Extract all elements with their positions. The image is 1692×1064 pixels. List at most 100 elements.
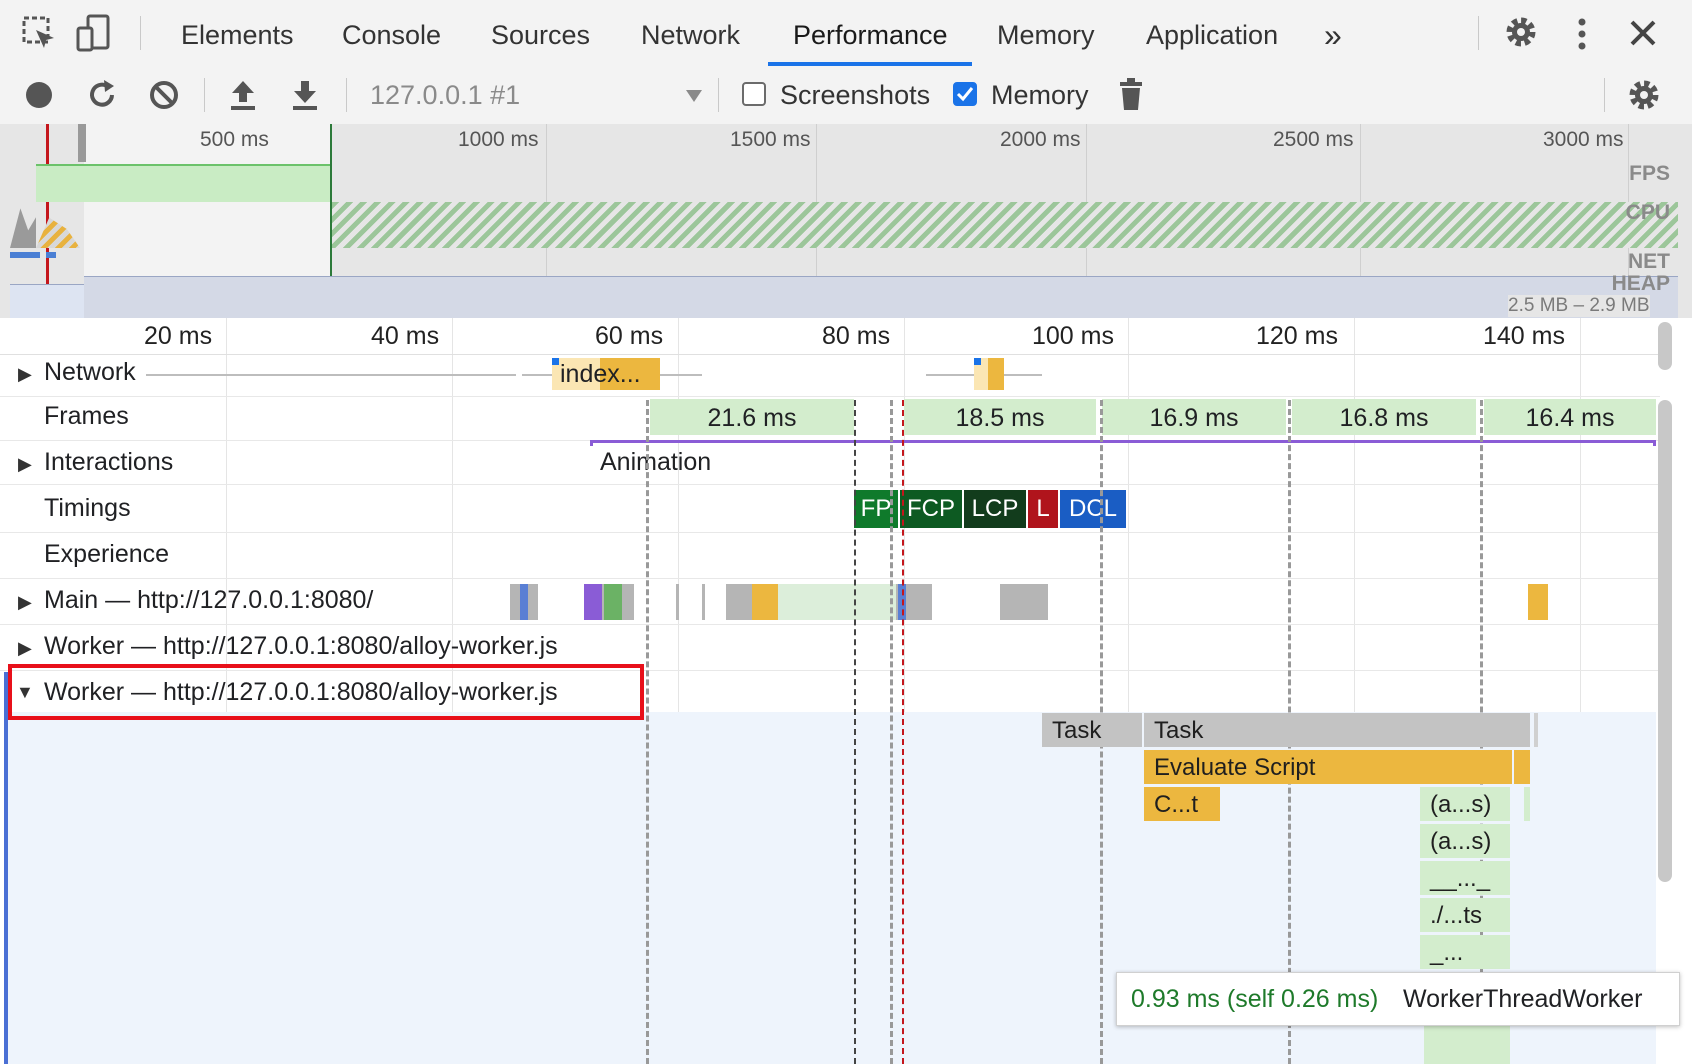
frame-duration: 16.4 ms <box>1525 404 1615 432</box>
frame-duration: 16.9 ms <box>1149 404 1239 432</box>
timeline-overview[interactable]: 500 ms 1000 ms 1500 ms 2000 ms 2500 ms 3… <box>0 124 1692 319</box>
frame-duration: 18.5 ms <box>955 404 1045 432</box>
ruler-tick: 20 ms <box>144 322 213 350</box>
tab-sources[interactable]: Sources <box>491 0 590 66</box>
track-label-frames: Frames <box>44 402 129 430</box>
tab-application[interactable]: Application <box>1146 0 1278 66</box>
network-request-small[interactable] <box>974 358 1004 390</box>
frame[interactable]: 21.6 ms <box>650 399 854 435</box>
tooltip-time: 0.93 ms (self 0.26 ms) <box>1131 985 1379 1013</box>
device-toolbar-icon[interactable] <box>76 14 112 57</box>
function-call-bar[interactable]: __..._ <box>1420 861 1510 895</box>
function-call-bar[interactable]: _... <box>1420 935 1510 969</box>
profile-select[interactable]: 127.0.0.1 #1 <box>370 80 520 111</box>
tab-performance[interactable]: Performance <box>793 0 948 66</box>
overview-tick: 3000 ms <box>1543 128 1624 151</box>
frame[interactable]: 18.5 ms <box>904 399 1096 435</box>
memory-checkbox[interactable] <box>953 82 977 106</box>
frame-duration: 16.8 ms <box>1339 404 1429 432</box>
reload-record-icon[interactable] <box>85 78 119 117</box>
frame[interactable]: 16.9 ms <box>1102 399 1286 435</box>
overview-tick: 1500 ms <box>730 128 811 151</box>
track-label-network[interactable]: Network <box>44 358 136 387</box>
ruler-tick: 60 ms <box>595 322 664 350</box>
function-call-bar[interactable]: (a...s) <box>1420 787 1510 821</box>
chevron-down-icon[interactable] <box>684 88 704 109</box>
main-activity[interactable] <box>510 584 538 620</box>
expand-interactions-icon[interactable]: ▶ <box>18 454 32 475</box>
fps-chart <box>36 164 330 202</box>
net-label: NET <box>1628 250 1670 273</box>
main-activity[interactable] <box>1528 584 1548 620</box>
track-label-worker2[interactable]: Worker — http://127.0.0.1:8080/alloy-wor… <box>44 678 558 707</box>
frame[interactable]: 16.8 ms <box>1292 399 1476 435</box>
flame-tooltip: 0.93 ms (self 0.26 ms) WorkerThreadWorke… <box>1116 972 1680 1026</box>
close-icon[interactable] <box>1628 18 1658 53</box>
ruler-tick: 140 ms <box>1483 322 1565 350</box>
overview-tick: 2500 ms <box>1273 128 1354 151</box>
tab-memory[interactable]: Memory <box>997 0 1095 66</box>
overview-tick: 1000 ms <box>458 128 539 151</box>
animation-interaction[interactable] <box>590 440 1656 446</box>
heap-label: HEAP <box>1611 272 1670 295</box>
function-call-bar[interactable]: (a...s) <box>1420 824 1510 858</box>
load-profile-icon[interactable] <box>228 78 258 117</box>
devtools-tab-bar: Elements Console Sources Network Perform… <box>0 0 1692 67</box>
network-request-label: index... <box>560 360 641 388</box>
task-bar[interactable]: Task <box>1144 713 1512 747</box>
ruler-tick: 40 ms <box>371 322 440 350</box>
timing-dcl[interactable]: DCL <box>1060 490 1126 528</box>
more-options-icon[interactable] <box>1572 16 1592 57</box>
ruler-tick: 100 ms <box>1032 322 1114 350</box>
memory-label: Memory <box>991 80 1089 110</box>
network-request[interactable]: index... <box>552 358 660 390</box>
tab-console[interactable]: Console <box>342 0 441 66</box>
main-activity[interactable] <box>584 584 634 620</box>
task-bar[interactable]: Task <box>1042 713 1142 747</box>
track-label-interactions[interactable]: Interactions <box>44 448 173 477</box>
tab-network[interactable]: Network <box>641 0 740 66</box>
overview-tick: 500 ms <box>200 128 269 151</box>
cpu-chart <box>332 202 1678 248</box>
clear-icon[interactable] <box>148 79 180 116</box>
flamechart-scrollbar[interactable] <box>1658 400 1672 882</box>
collapse-worker2-icon[interactable]: ▼ <box>16 682 34 703</box>
heap-chart <box>84 276 1678 318</box>
performance-toolbar: 127.0.0.1 #1 Screenshots Memory <box>0 66 1692 125</box>
ruler-scrollbar[interactable] <box>1658 322 1672 370</box>
expand-network-icon[interactable]: ▶ <box>18 364 32 385</box>
timing-load[interactable]: L <box>1028 490 1058 528</box>
tab-elements[interactable]: Elements <box>181 0 294 66</box>
frame-duration: 21.6 ms <box>707 404 797 432</box>
more-tabs-button[interactable]: » <box>1324 0 1342 66</box>
collect-garbage-icon[interactable] <box>1118 76 1144 117</box>
track-label-main[interactable]: Main — http://127.0.0.1:8080/ <box>44 586 373 615</box>
ruler-tick: 120 ms <box>1256 322 1338 350</box>
capture-settings-gear-icon[interactable] <box>1626 77 1662 118</box>
timing-lcp[interactable]: LCP <box>964 490 1026 528</box>
overview-left-handle[interactable] <box>78 124 86 162</box>
function-call-bar[interactable]: ./...ts <box>1420 898 1510 932</box>
fps-label: FPS <box>1629 162 1670 185</box>
frame[interactable]: 16.4 ms <box>1484 399 1656 435</box>
track-label-experience: Experience <box>44 540 170 568</box>
compile-script-bar[interactable]: C...t <box>1144 787 1220 821</box>
save-profile-icon[interactable] <box>290 78 320 117</box>
track-label-timings: Timings <box>44 494 131 522</box>
settings-gear-icon[interactable] <box>1503 14 1539 55</box>
net-chart <box>10 252 40 258</box>
tooltip-name: WorkerThreadWorker <box>1403 985 1643 1013</box>
overview-tick: 2000 ms <box>1000 128 1081 151</box>
expand-worker1-icon[interactable]: ▶ <box>18 638 32 659</box>
inspect-element-icon[interactable] <box>22 16 58 57</box>
main-activity[interactable] <box>1000 584 1048 620</box>
evaluate-script-bar[interactable]: Evaluate Script <box>1144 750 1512 784</box>
animation-label: Animation <box>600 448 712 476</box>
record-icon[interactable] <box>24 80 54 115</box>
screenshots-label: Screenshots <box>780 80 931 110</box>
screenshots-checkbox[interactable] <box>742 82 766 106</box>
track-label-worker1[interactable]: Worker — http://127.0.0.1:8080/alloy-wor… <box>44 632 558 661</box>
cpu-label: CPU <box>1625 201 1670 224</box>
timing-fcp[interactable]: FCP <box>900 490 962 528</box>
expand-main-icon[interactable]: ▶ <box>18 592 32 613</box>
